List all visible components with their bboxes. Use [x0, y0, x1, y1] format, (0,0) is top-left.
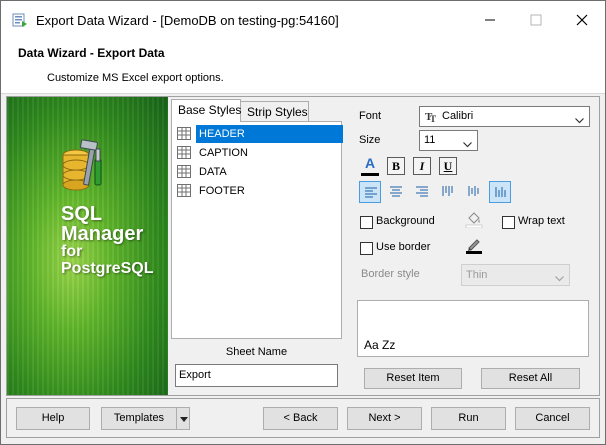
list-item-data[interactable]: DATA	[176, 163, 340, 181]
templates-button[interactable]: Templates	[101, 407, 177, 430]
border-style-label: Border style	[361, 268, 420, 280]
wizard-header: Data Wizard - Export Data Customize MS E…	[1, 39, 605, 94]
use-border-label: Use border	[376, 241, 431, 253]
bold-button[interactable]: B	[387, 157, 405, 175]
list-item-label: CAPTION	[199, 147, 248, 159]
wizard-step-title: Data Wizard - Export Data	[18, 46, 165, 60]
maximize-button[interactable]	[513, 1, 559, 39]
product-name: SQL Manager for PostgreSQL	[61, 203, 154, 277]
wrap-text-label: Wrap text	[518, 215, 565, 227]
list-item-header[interactable]: HEADER	[176, 125, 343, 143]
style-preview: Aa Zz	[357, 300, 589, 357]
wizard-button-bar: Help Templates < Back Next > Run Cancel	[6, 398, 600, 438]
next-button[interactable]: Next >	[347, 407, 422, 430]
align-right-button[interactable]	[411, 181, 433, 203]
chevron-down-icon	[575, 113, 584, 127]
font-color-button[interactable]: A	[361, 155, 379, 177]
back-button[interactable]: < Back	[263, 407, 338, 430]
align-bottom-button[interactable]	[489, 181, 511, 203]
wrap-text-checkbox[interactable]	[502, 216, 515, 229]
size-select[interactable]: 11	[419, 130, 478, 151]
align-center-button[interactable]	[385, 181, 407, 203]
help-button[interactable]: Help	[16, 407, 90, 430]
caret-down-icon	[180, 417, 188, 422]
truetype-font-icon: TT	[425, 110, 438, 125]
chevron-down-icon	[555, 271, 564, 285]
table-grid-icon	[177, 184, 191, 200]
templates-dropdown-button[interactable]	[176, 407, 190, 430]
tab-strip-styles[interactable]: Strip Styles	[241, 101, 309, 121]
wizard-step-subtitle: Customize MS Excel export options.	[47, 72, 224, 84]
database-tools-icon	[62, 139, 102, 191]
italic-button[interactable]: I	[413, 157, 431, 175]
product-banner: SQL Manager for PostgreSQL	[7, 97, 168, 395]
table-grid-icon	[177, 146, 191, 162]
reset-item-button[interactable]: Reset Item	[364, 368, 462, 389]
align-top-button[interactable]	[437, 181, 459, 203]
align-left-icon	[365, 187, 377, 198]
align-right-icon	[416, 186, 428, 197]
style-item-list[interactable]: HEADER CAPTION DATA FOOTER	[171, 121, 343, 339]
underline-button[interactable]: U	[439, 157, 457, 175]
font-color-icon: A	[364, 155, 376, 171]
export-wizard-window: Export Data Wizard - [DemoDB on testing-…	[0, 0, 606, 445]
align-bottom-icon	[495, 187, 506, 197]
list-item-caption[interactable]: CAPTION	[176, 144, 340, 162]
align-top-icon	[442, 186, 453, 196]
align-middle-icon	[468, 186, 479, 196]
list-item-label: FOOTER	[199, 185, 245, 197]
minimize-button[interactable]	[467, 1, 513, 39]
title-bar: Export Data Wizard - [DemoDB on testing-…	[1, 1, 605, 39]
tab-base-styles[interactable]: Base Styles	[171, 99, 241, 122]
list-item-footer[interactable]: FOOTER	[176, 182, 340, 200]
list-item-label: DATA	[199, 166, 227, 178]
align-center-icon	[390, 186, 402, 197]
font-select[interactable]: TT Calibri	[419, 106, 590, 127]
window-title: Export Data Wizard - [DemoDB on testing-…	[36, 13, 339, 28]
fill-bucket-icon[interactable]	[465, 210, 483, 231]
align-left-button[interactable]	[359, 181, 381, 203]
size-label: Size	[359, 134, 381, 146]
close-button[interactable]	[559, 1, 605, 39]
list-item-label: HEADER	[196, 125, 343, 143]
preview-text: Aa Zz	[364, 338, 396, 352]
wizard-content: SQL Manager for PostgreSQL Base Styles S…	[6, 96, 600, 396]
pencil-icon[interactable]	[465, 236, 483, 257]
wizard-app-icon	[12, 12, 28, 28]
font-value: Calibri	[442, 110, 474, 122]
run-button[interactable]: Run	[431, 407, 506, 430]
font-label: Font	[359, 110, 382, 122]
border-style-select[interactable]: Thin	[461, 264, 570, 286]
background-label: Background	[376, 215, 435, 227]
border-style-value: Thin	[466, 269, 488, 281]
use-border-checkbox[interactable]	[360, 242, 373, 255]
chevron-down-icon	[463, 137, 472, 151]
sheet-name-input[interactable]: Export	[175, 364, 338, 387]
reset-all-button[interactable]: Reset All	[481, 368, 580, 389]
table-grid-icon	[177, 165, 191, 181]
cancel-button[interactable]: Cancel	[515, 407, 590, 430]
background-checkbox[interactable]	[360, 216, 373, 229]
size-value: 11	[424, 134, 436, 146]
sheet-name-label: Sheet Name	[225, 346, 288, 358]
table-grid-icon	[177, 127, 191, 143]
svg-text:T: T	[430, 114, 436, 122]
align-middle-button[interactable]	[463, 181, 485, 203]
